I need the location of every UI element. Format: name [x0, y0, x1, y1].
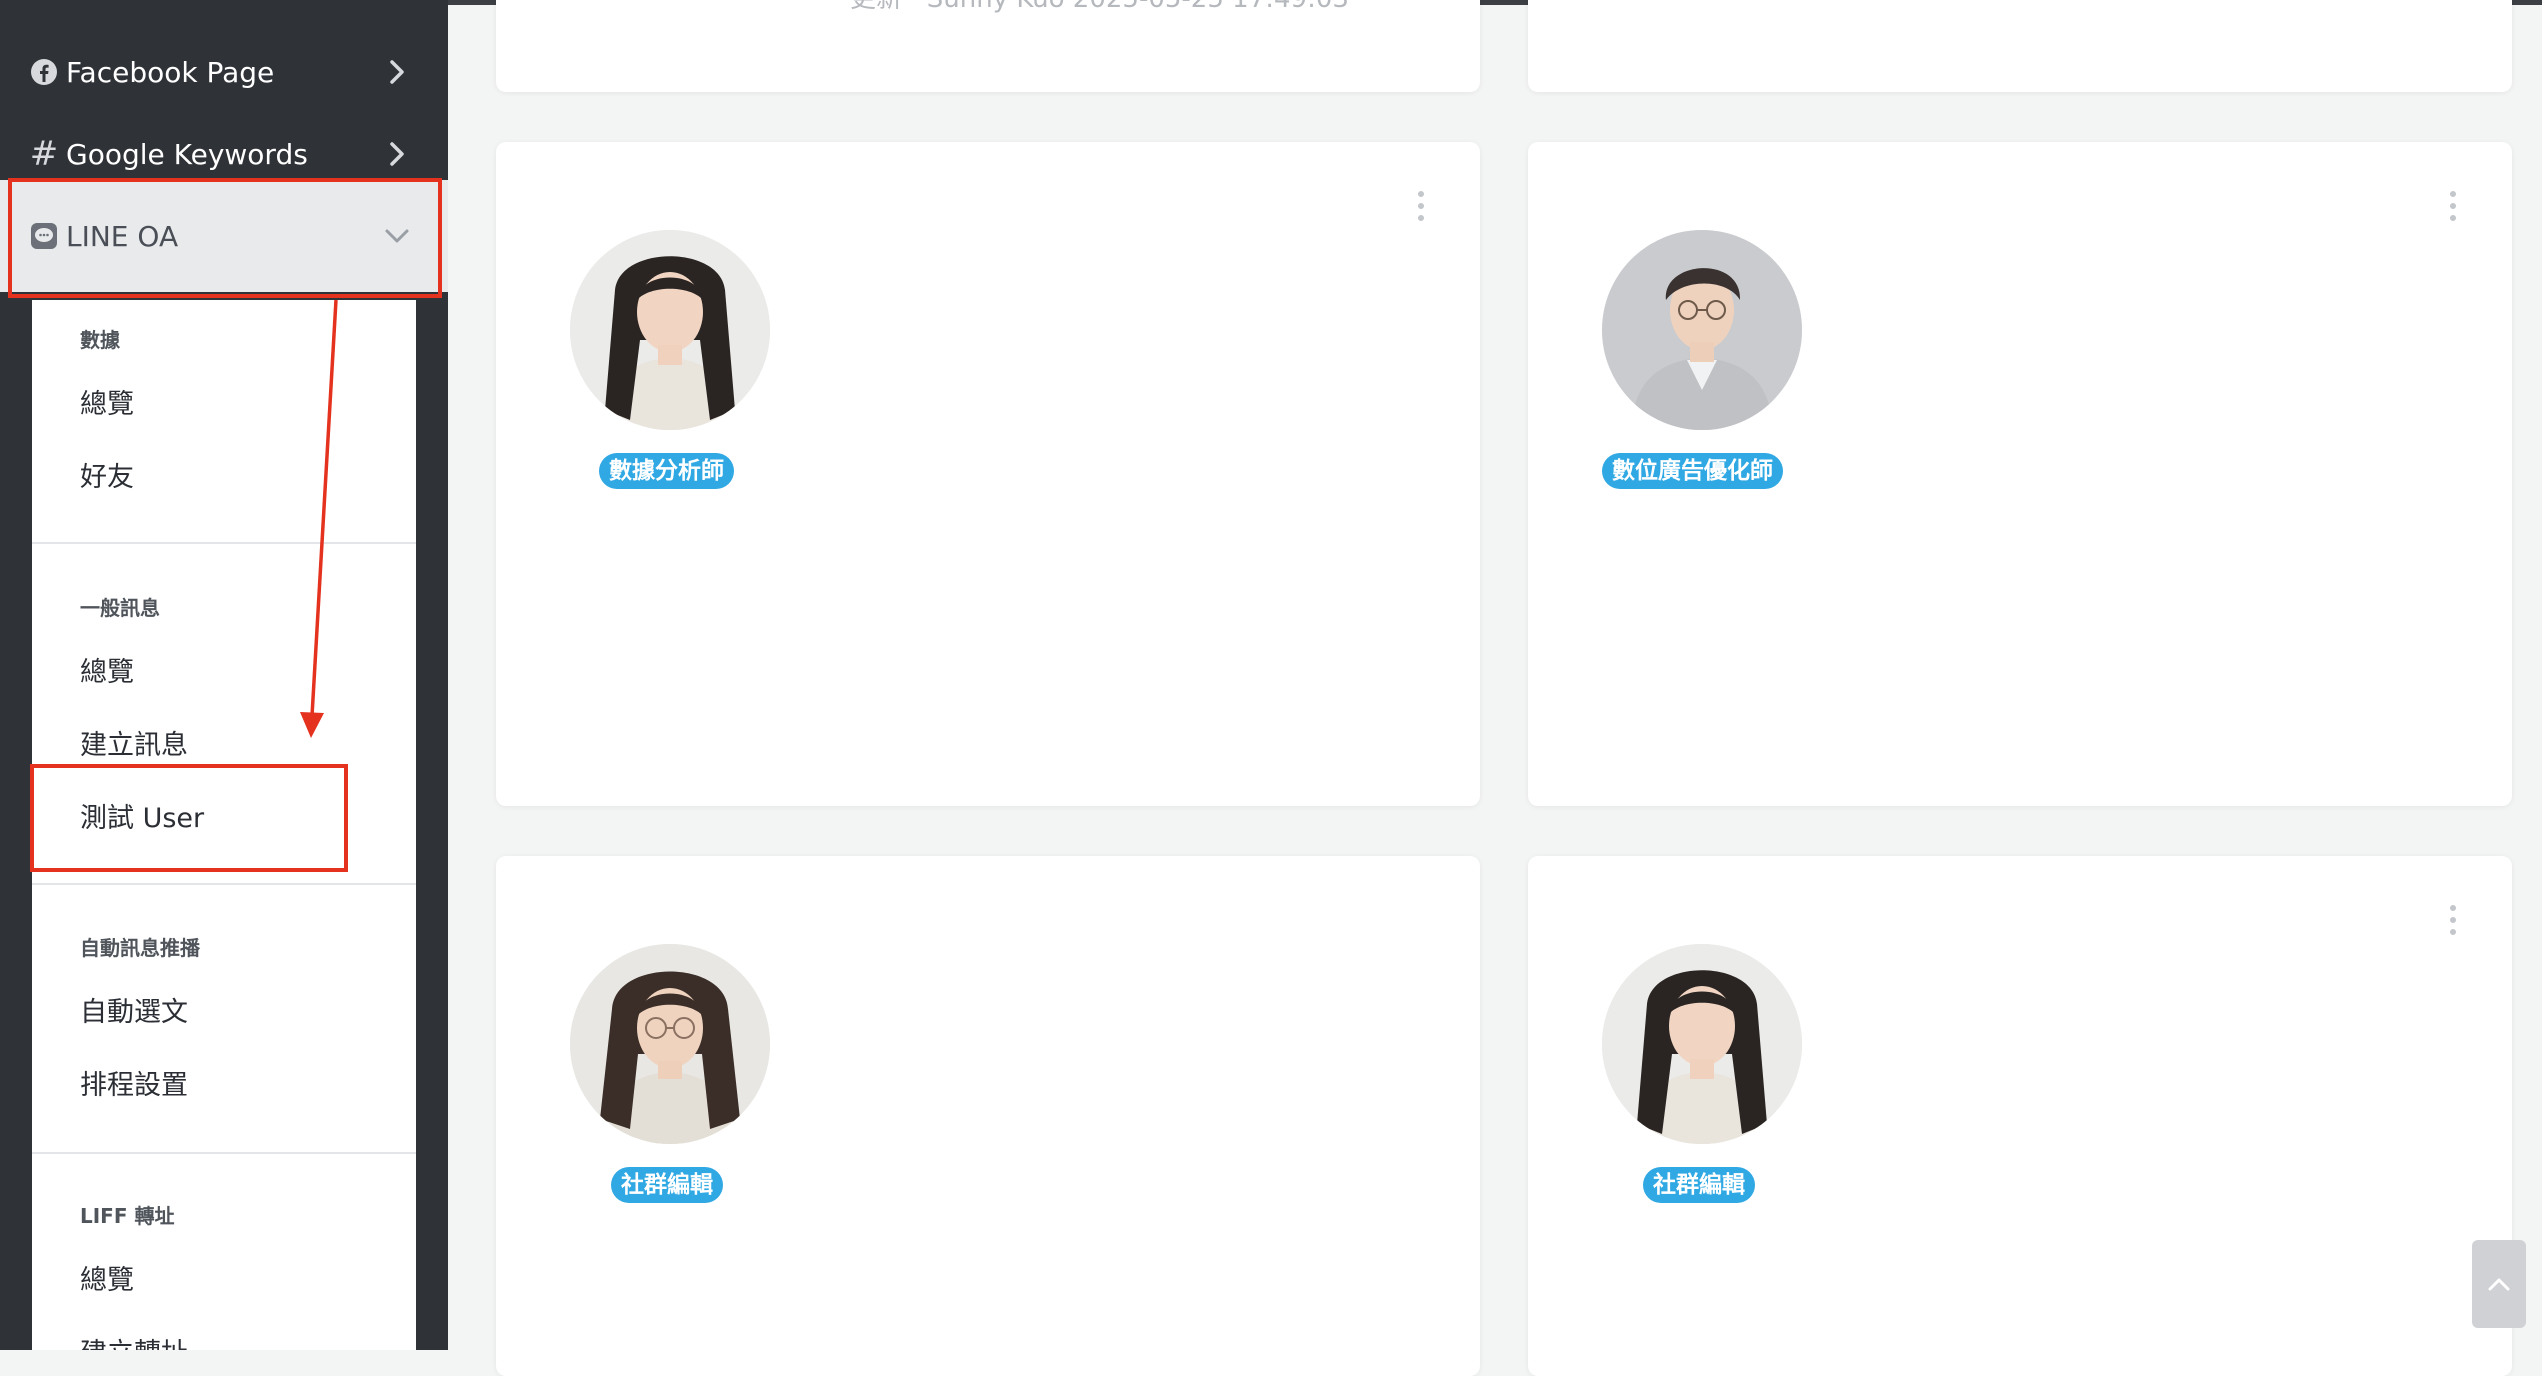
divider: [32, 883, 416, 885]
role-badge: 社群編輯: [1643, 1167, 1755, 1203]
scroll-to-top-button[interactable]: [2472, 1240, 2526, 1328]
menu-item-create-redirect[interactable]: 建立轉址: [80, 1331, 188, 1350]
menu-item-auto-select[interactable]: 自動選文: [80, 990, 188, 1029]
chevron-up-icon: [2488, 1278, 2510, 1291]
section-heading-liff: LIFF 轉址: [80, 1204, 175, 1228]
profile-card-partial: [1528, 0, 2512, 92]
profile-card-partial: 更新 · Sunny Kuo 2025-05-25 17:49:03: [496, 0, 1480, 92]
more-options-icon[interactable]: [2449, 905, 2457, 935]
more-options-icon[interactable]: [1417, 191, 1425, 221]
profile-card[interactable]: 社群編輯: [496, 856, 1480, 1376]
divider: [32, 1152, 416, 1154]
profile-card[interactable]: 社群編輯: [1528, 856, 2512, 1376]
more-options-icon[interactable]: [2449, 191, 2457, 221]
profile-card[interactable]: 數據分析師: [496, 142, 1480, 806]
male-avatar-glasses: [1602, 230, 1802, 430]
role-badge: 數據分析師: [599, 453, 734, 489]
role-badge: 數位廣告優化師: [1602, 453, 1783, 489]
profile-card[interactable]: 數位廣告優化師: [1528, 142, 2512, 806]
section-heading-auto-push: 自動訊息推播: [80, 936, 200, 960]
menu-item-liff-overview[interactable]: 總覽: [80, 1258, 134, 1297]
role-badge: 社群編輯: [611, 1167, 723, 1203]
female-avatar: [1602, 944, 1802, 1144]
updated-caption: 更新 · Sunny Kuo 2025-05-25 17:49:03: [850, 0, 1349, 15]
annotation-arrow: [300, 299, 338, 738]
female-avatar: [570, 230, 770, 430]
annotation-box-test-user: [30, 764, 348, 872]
female-avatar-glasses: [570, 944, 770, 1144]
menu-item-schedule[interactable]: 排程設置: [80, 1063, 188, 1102]
